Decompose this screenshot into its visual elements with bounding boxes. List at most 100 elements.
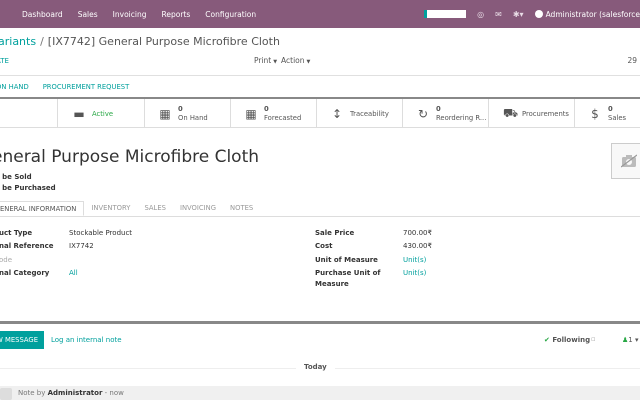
send-message-button[interactable]: W MESSAGE: [0, 331, 44, 349]
avatar: [0, 388, 12, 400]
procurement-request-button[interactable]: PROCUREMENT REQUEST: [43, 83, 130, 91]
tab-invoicing[interactable]: INVOICING: [173, 201, 223, 216]
product-type-value[interactable]: Stockable Product: [69, 229, 132, 237]
internal-category-value[interactable]: All: [69, 269, 78, 277]
archive-icon: ▬: [73, 106, 85, 121]
followers-button[interactable]: ♟1 ▾: [622, 336, 639, 344]
breadcrumb-separator: /: [40, 35, 44, 48]
dollar-icon: $: [591, 106, 599, 121]
main-menu: Dashboard Sales Invoicing Reports Config…: [22, 0, 256, 28]
navbar-right: ◎ ✉ ✱▾ Administrator (salesforce: [424, 0, 640, 28]
product-type-label: uct Type: [0, 229, 33, 237]
avatar: [534, 9, 543, 18]
chat-icon[interactable]: ✉: [495, 10, 502, 19]
caret-down-icon: ▼: [273, 59, 278, 65]
forecasted-label: Forecasted: [264, 113, 302, 122]
breadcrumb-parent[interactable]: ariants: [0, 35, 36, 48]
building-icon: ▦: [159, 106, 171, 121]
following-button[interactable]: ✔ Following: [544, 336, 590, 344]
update-on-hand-button[interactable]: ON HAND: [0, 83, 29, 91]
tab-general-information[interactable]: ENERAL INFORMATION: [0, 201, 85, 216]
truck-icon: ⛟: [503, 105, 519, 120]
sales-button[interactable]: $ 0 Sales: [575, 99, 640, 128]
menu-reports[interactable]: Reports: [161, 10, 190, 19]
camera-off-icon: [621, 154, 637, 168]
chatter: W MESSAGE Log an internal note ✔ Followi…: [0, 324, 640, 400]
sales-label: Sales: [608, 113, 627, 122]
menu-sales[interactable]: Sales: [78, 10, 98, 19]
product-name[interactable]: eneral Purpose Microfibre Cloth: [0, 147, 259, 167]
on-hand-label: On Hand: [178, 113, 208, 122]
active-label: Active: [92, 109, 114, 118]
user-menu[interactable]: Administrator (salesforce: [534, 9, 640, 19]
product-image[interactable]: [611, 143, 640, 179]
unit-of-measure-value[interactable]: Unit(s): [403, 256, 426, 264]
sales-count: 0: [608, 104, 613, 113]
refresh-icon: ↻: [417, 106, 429, 121]
following-label: Following: [552, 336, 591, 344]
on-hand-count: 0: [178, 104, 183, 113]
menu-configuration[interactable]: Configuration: [205, 10, 256, 19]
print-label: Print: [254, 56, 272, 65]
message-item: Note by Administrator - now: [0, 386, 640, 400]
note-author[interactable]: Administrator: [48, 389, 103, 397]
active-toggle-button[interactable]: ▬ Active: [58, 99, 145, 128]
top-navbar: Dashboard Sales Invoicing Reports Config…: [0, 0, 640, 28]
create-button[interactable]: ATE: [0, 57, 9, 65]
reordering-rules-button[interactable]: ↻ 0 Reordering R...: [403, 99, 489, 128]
can-be-sold-checkbox[interactable]: an be Sold: [0, 173, 32, 181]
spacer: [0, 99, 58, 128]
reordering-label: Reordering R...: [436, 113, 487, 122]
notification-bar[interactable]: [424, 10, 467, 18]
notebook-tabs: ENERAL INFORMATION INVENTORY SALES INVOI…: [0, 201, 640, 217]
procurements-label: Procurements: [522, 109, 569, 118]
purchase-uom-value[interactable]: Unit(s): [403, 269, 426, 277]
unit-of-measure-label: Unit of Measure: [315, 256, 378, 264]
cost-value[interactable]: 430.00₹: [403, 242, 432, 250]
barcode-label: ode: [0, 256, 13, 264]
forecasted-button[interactable]: ▦ 0 Forecasted: [231, 99, 317, 128]
followers-count: 1: [628, 336, 633, 344]
traceability-label: Traceability: [350, 109, 389, 118]
tab-sales[interactable]: SALES: [137, 201, 173, 216]
sale-price-label: Sale Price: [315, 229, 355, 237]
traceability-button[interactable]: ↕ Traceability: [317, 99, 403, 128]
log-note-button[interactable]: Log an internal note: [51, 336, 122, 344]
message-header: Note by Administrator - now: [18, 389, 124, 397]
internal-reference-label: nal Reference: [0, 242, 54, 250]
action-button[interactable]: Action ▼: [281, 56, 310, 65]
breadcrumb-current: [IX7742] General Purpose Microfibre Clot…: [47, 35, 280, 48]
pager-value[interactable]: 29: [627, 56, 637, 65]
print-button[interactable]: Print ▼: [254, 56, 277, 65]
note-prefix: Note by: [18, 389, 48, 397]
bell-icon[interactable]: ▫: [591, 335, 596, 343]
form-header-buttons: ON HAND PROCUREMENT REQUEST: [0, 77, 640, 97]
menu-dashboard[interactable]: Dashboard: [22, 10, 63, 19]
note-time: - now: [102, 389, 124, 397]
control-panel: ariants / [IX7742] General Purpose Microfi…: [0, 28, 640, 76]
check-icon: ✔: [544, 336, 550, 344]
procurements-button[interactable]: ⛟ Procurements: [489, 99, 575, 128]
gear-icon[interactable]: ✱▾: [513, 10, 524, 19]
purchase-uom-label: Purchase Unit of: [315, 269, 381, 277]
reordering-count: 0: [436, 104, 441, 113]
internal-reference-value[interactable]: IX7742: [69, 242, 94, 250]
today-label: Today: [296, 363, 335, 371]
cost-label: Cost: [315, 242, 333, 250]
sale-price-value[interactable]: 700.00₹: [403, 229, 432, 237]
can-be-purchased-checkbox[interactable]: an be Purchased: [0, 184, 56, 192]
arrows-vertical-icon: ↕: [331, 106, 343, 121]
building-icon: ▦: [245, 106, 257, 121]
purchase-uom-label-line2: Measure: [315, 280, 349, 288]
caret-down-icon: ▼: [306, 59, 311, 65]
tab-inventory[interactable]: INVENTORY: [84, 201, 137, 216]
form-sheet: ▬ Active ▦ 0 On Hand ▦ 0 Forecasted ↕ Trac…: [0, 99, 640, 321]
user-name: Administrator (salesforce: [545, 9, 640, 19]
tab-notes[interactable]: NOTES: [223, 201, 260, 216]
menu-invoicing[interactable]: Invoicing: [113, 10, 147, 19]
internal-category-label: nal Category: [0, 269, 50, 277]
on-hand-button[interactable]: ▦ 0 On Hand: [145, 99, 231, 128]
forecasted-count: 0: [264, 104, 269, 113]
globe-icon[interactable]: ◎: [477, 10, 484, 19]
breadcrumb: ariants / [IX7742] General Purpose Microfi…: [0, 35, 280, 48]
